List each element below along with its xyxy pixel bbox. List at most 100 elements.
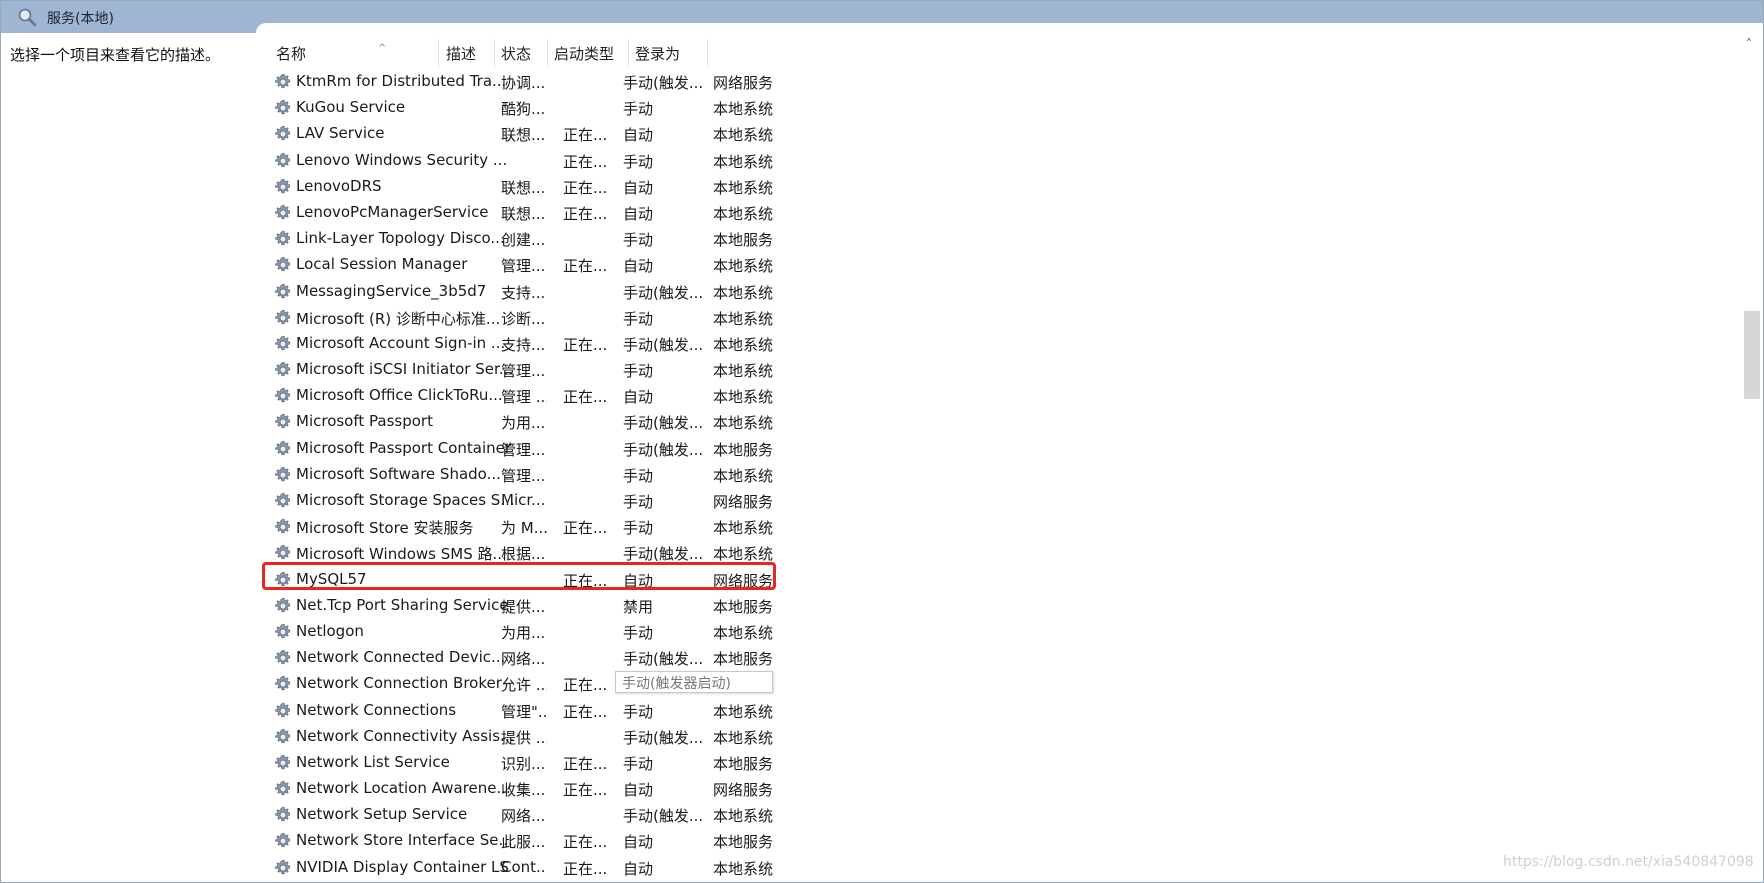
service-login: 本地系统 xyxy=(713,859,774,878)
scroll-thumb[interactable] xyxy=(1744,311,1760,399)
service-login: 网络服务 xyxy=(713,781,774,800)
column-divider[interactable] xyxy=(707,39,708,67)
column-divider[interactable] xyxy=(494,39,495,67)
column-header-startup[interactable]: 启动类型 xyxy=(554,43,614,64)
service-login: 本地系统 xyxy=(713,362,774,381)
service-row[interactable]: LAV Service 联想... 正在... 自动 本地系统 xyxy=(267,121,784,147)
service-login: 本地服务 xyxy=(713,597,774,616)
service-row[interactable]: Network Connected Devic... 网络... 手动(触发... 本… xyxy=(267,645,784,671)
service-startup: 手动(触发... xyxy=(623,283,704,302)
service-status: 正在... xyxy=(563,152,608,171)
service-desc: 网络... xyxy=(501,650,546,669)
service-login: 本地服务 xyxy=(713,440,774,459)
gear-icon xyxy=(273,98,293,118)
service-row[interactable]: NVIDIA Display Container LS Cont... 正在... 自… xyxy=(267,855,784,881)
service-row[interactable]: Microsoft (R) 诊断中心标准... 诊断... 手动 本地系统 xyxy=(267,305,784,331)
service-row[interactable]: Microsoft Office ClickToRu... 管理 ... 正在...… xyxy=(267,383,784,409)
service-startup: 手动 xyxy=(623,100,654,119)
service-row[interactable]: KuGou Service 酷狗... 手动 本地系统 xyxy=(267,95,784,121)
column-header-status[interactable]: 状态 xyxy=(501,43,531,64)
column-header-login[interactable]: 登录为 xyxy=(635,43,680,64)
service-startup: 手动(触发... xyxy=(623,650,704,669)
service-row[interactable]: Microsoft Passport Container 管理... 手动(触发..… xyxy=(267,436,784,462)
service-row[interactable]: Microsoft Account Sign-in ... 支持... 正在... 手… xyxy=(267,331,784,357)
service-desc: 为用... xyxy=(501,414,546,433)
service-row[interactable]: MessagingService_3b5d7 支持... 手动(触发... 本地系统 xyxy=(267,279,784,305)
service-row[interactable]: Network Connectivity Assis... 提供 ... 手动(触发… xyxy=(267,724,784,750)
service-row[interactable]: LenovoDRS 联想... 正在... 自动 本地系统 xyxy=(267,174,784,200)
service-row[interactable]: Network List Service 识别... 正在... 手动 本地服务 xyxy=(267,750,784,776)
service-status: 正在... xyxy=(563,126,608,145)
service-login: 本地系统 xyxy=(713,807,774,826)
service-login: 本地系统 xyxy=(713,388,774,407)
service-row[interactable]: Microsoft Storage Spaces S... Micr... 手动 网络… xyxy=(267,488,784,514)
service-startup: 手动 xyxy=(623,152,654,171)
service-row[interactable]: Microsoft Software Shado... 管理... 手动 本地系统 xyxy=(267,462,784,488)
service-login: 网络服务 xyxy=(713,493,774,511)
service-row[interactable]: Microsoft iSCSI Initiator Ser... 管理... 手动本… xyxy=(267,357,784,383)
gear-icon xyxy=(273,282,293,302)
service-row[interactable]: Microsoft Store 安装服务为 M... 正在... 手动 本地系统 xyxy=(267,514,784,540)
service-desc: 联想... xyxy=(501,126,546,145)
service-desc: 协调... xyxy=(501,74,546,92)
service-startup: 禁用 xyxy=(623,597,654,616)
startup-type-tooltip: 手动(触发器启动) xyxy=(615,671,773,693)
gear-icon xyxy=(273,727,293,747)
service-row[interactable]: Lenovo Windows Security ... 正在... 手动 本地系统 xyxy=(267,148,784,174)
service-login: 本地系统 xyxy=(713,204,774,223)
column-divider[interactable] xyxy=(547,39,548,67)
service-startup: 自动 xyxy=(623,859,654,878)
service-rows: KtmRm for Distributed Tra... 协调... 手动(触发..… xyxy=(267,69,784,881)
service-status: 正在... xyxy=(563,754,608,773)
service-row[interactable]: Link-Layer Topology Disco... 创建... 手动 本地服务 xyxy=(267,226,784,252)
service-row[interactable]: Network Location Awarene... 收集... 正在... 自动网… xyxy=(267,776,784,802)
service-status: 正在... xyxy=(563,781,608,800)
gear-icon xyxy=(273,805,293,825)
service-status: 正在... xyxy=(563,388,608,407)
services-magnifier-icon xyxy=(17,7,37,27)
service-row[interactable]: MySQL57 正在... 自动 网络服务 xyxy=(267,567,784,593)
gear-icon xyxy=(273,439,293,459)
service-row[interactable]: Network Setup Service 网络... 手动(触发... 本地系统 xyxy=(267,802,784,828)
gear-icon xyxy=(273,491,293,511)
service-status: 正在... xyxy=(563,676,608,695)
gear-icon xyxy=(273,412,293,432)
service-status: 正在... xyxy=(563,833,608,852)
service-startup: 手动 xyxy=(623,623,654,642)
vertical-scrollbar[interactable]: ˄ xyxy=(1741,33,1763,882)
service-row[interactable]: KtmRm for Distributed Tra... 协调... 手动(触发..… xyxy=(267,69,784,95)
service-row[interactable]: Network Store Interface Se... 此服... 正在... 自… xyxy=(267,828,784,854)
service-login: 本地系统 xyxy=(713,257,774,276)
window-title: 服务(本地) xyxy=(47,11,114,27)
service-row[interactable]: Network Connections管理"...正在...手动本地系统 xyxy=(267,698,784,724)
service-desc: 管理... xyxy=(501,362,546,381)
service-desc: 为用... xyxy=(501,623,546,642)
service-row[interactable]: Microsoft Windows SMS 路... 根据... 手动(触发... 本… xyxy=(267,540,784,566)
gear-icon xyxy=(273,255,293,275)
service-status: 正在... xyxy=(563,519,608,538)
service-login: 网络服务 xyxy=(713,74,774,92)
service-row[interactable]: Netlogon 为用... 手动 本地系统 xyxy=(267,619,784,645)
gear-icon xyxy=(273,858,293,878)
scroll-up-icon[interactable]: ˄ xyxy=(1746,37,1752,51)
column-header-name[interactable]: 名称 xyxy=(276,43,306,64)
service-status: 正在... xyxy=(563,257,608,276)
service-desc: Cont... xyxy=(501,857,547,876)
service-row[interactable]: Net.Tcp Port Sharing Service 提供... 禁用 本地服务 xyxy=(267,593,784,619)
column-divider[interactable] xyxy=(628,39,629,67)
service-desc: 联想... xyxy=(501,178,546,197)
service-desc: 管理... xyxy=(501,440,546,459)
gear-icon xyxy=(273,596,293,616)
service-login: 本地服务 xyxy=(713,754,774,773)
service-desc: 管理... xyxy=(501,466,546,485)
service-startup: 手动(触发... xyxy=(623,335,704,354)
service-desc: 允许 ... xyxy=(501,676,547,695)
column-divider[interactable] xyxy=(438,39,439,67)
column-header-desc[interactable]: 描述 xyxy=(446,43,476,64)
service-desc: 诊断... xyxy=(501,309,546,328)
gear-icon xyxy=(273,124,293,144)
service-row[interactable]: LenovoPcManagerService 联想... 正在... 自动 本地系统 xyxy=(267,200,784,226)
service-status: 正在... xyxy=(563,204,608,223)
service-row[interactable]: Local Session Manager 管理... 正在... 自动 本地系统 xyxy=(267,252,784,278)
service-row[interactable]: Microsoft Passport 为用... 手动(触发... 本地系统 xyxy=(267,409,784,435)
